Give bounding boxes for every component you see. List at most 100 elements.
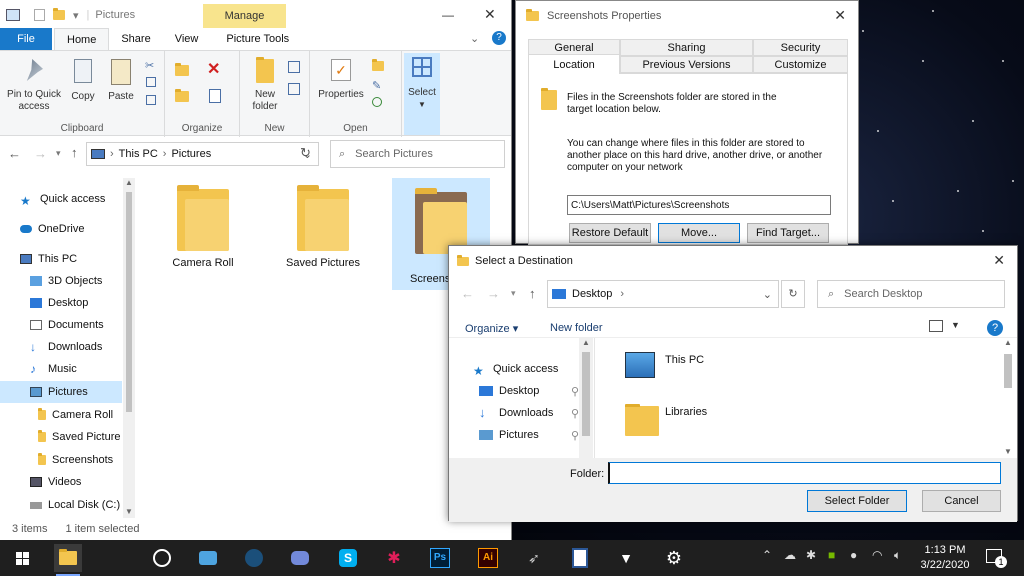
scroll-up-arrow[interactable]: ▲ — [1001, 338, 1015, 347]
rename-icon[interactable] — [209, 89, 221, 103]
nav-downloads[interactable]: ↓ Downloads — [30, 336, 135, 358]
up-button[interactable]: ↑ — [529, 286, 536, 301]
chevron-down-icon[interactable]: ▼ — [951, 320, 960, 330]
restore-default-button[interactable]: Restore Default — [569, 223, 651, 243]
copy-to-icon[interactable] — [175, 89, 189, 102]
tab-security[interactable]: Security — [753, 39, 848, 56]
clock[interactable]: 1:13 PM 3/22/2020 — [912, 543, 978, 573]
wifi-icon[interactable]: ◠ — [872, 548, 882, 562]
breadcrumb-desktop[interactable]: Desktop — [572, 288, 612, 300]
nav-scrollbar[interactable]: ▲ — [579, 338, 593, 458]
tab-customize[interactable]: Customize — [753, 56, 848, 73]
taskbar-steam[interactable] — [240, 544, 268, 572]
nav-screenshots[interactable]: Screenshots — [38, 449, 135, 471]
find-target-button[interactable]: Find Target... — [747, 223, 829, 243]
taskbar-illustrator[interactable]: Ai — [474, 544, 502, 572]
nav-downloads[interactable]: ↓ Downloads ⚲ — [479, 402, 579, 424]
recent-locations-button[interactable]: ▾ — [56, 148, 61, 159]
paste-shortcut-icon[interactable] — [146, 95, 156, 105]
tab-view[interactable]: View — [163, 28, 211, 50]
refresh-button[interactable]: ↻ — [781, 280, 805, 308]
close-button[interactable]: ✕ — [993, 252, 1005, 269]
nav-music[interactable]: ♪ Music — [30, 358, 135, 380]
paste-button[interactable]: Paste — [104, 59, 138, 103]
forward-button[interactable]: → — [487, 286, 500, 301]
new-folder-button[interactable]: New folder — [246, 57, 284, 113]
move-to-icon[interactable] — [175, 63, 189, 76]
nav-pictures[interactable]: Pictures — [0, 381, 122, 403]
back-button[interactable]: ← — [461, 286, 474, 301]
nvidia-tray-icon[interactable]: ■ — [828, 548, 835, 562]
tab-share[interactable]: Share — [109, 28, 162, 50]
nav-pictures[interactable]: Pictures ⚲ — [479, 424, 579, 446]
address-bar[interactable]: › This PC › Pictures ⌄ — [86, 142, 319, 166]
view-options-icon[interactable] — [929, 320, 943, 332]
pin-quick-access-button[interactable]: Pin to Quick access — [4, 59, 64, 113]
minimize-button[interactable]: — — [442, 8, 454, 22]
volume-icon[interactable]: 🔈︎ — [894, 548, 901, 563]
history-icon[interactable] — [372, 97, 382, 107]
organize-button[interactable]: Organize ▾ — [465, 322, 518, 335]
scroll-down-arrow[interactable]: ▼ — [1001, 447, 1015, 456]
folder-camera-roll[interactable]: Camera Roll — [148, 175, 258, 269]
up-button[interactable]: ↑ — [71, 145, 78, 160]
nav-local-disk[interactable]: Local Disk (C:) — [30, 494, 135, 516]
refresh-button[interactable]: ↻ — [300, 145, 311, 161]
open-icon[interactable] — [372, 59, 384, 71]
properties-qat-icon[interactable] — [34, 9, 45, 21]
help-icon[interactable]: ? — [987, 320, 1003, 336]
help-icon[interactable]: ? — [492, 31, 506, 45]
nav-desktop[interactable]: Desktop — [30, 292, 135, 314]
nav-quick-access[interactable]: ★ Quick access — [473, 358, 595, 380]
tab-home[interactable]: Home — [54, 28, 110, 50]
taskbar-word[interactable] — [566, 544, 594, 572]
start-button[interactable] — [8, 544, 36, 572]
taskbar-app-bird[interactable]: ➶ — [520, 544, 548, 572]
delete-icon[interactable]: ✕ — [207, 59, 220, 79]
taskbar-file-explorer[interactable] — [54, 544, 82, 576]
item-this-pc[interactable]: This PC — [615, 350, 815, 390]
taskbar-settings[interactable]: ⚙ — [660, 544, 688, 572]
breadcrumb-this-pc[interactable]: This PC — [119, 148, 158, 160]
properties-button[interactable]: ✓ Properties — [314, 59, 368, 101]
item-libraries[interactable]: Libraries — [615, 402, 815, 442]
tab-location[interactable]: Location — [528, 54, 620, 74]
move-button[interactable]: Move... — [658, 223, 740, 243]
tab-picture-tools[interactable]: Picture Tools — [214, 28, 301, 50]
close-button[interactable]: ✕ — [834, 7, 846, 24]
edit-icon[interactable]: ✎ — [372, 79, 381, 92]
nav-camera-roll[interactable]: Camera Roll — [38, 404, 135, 426]
steam-tray-icon[interactable]: ● — [850, 548, 857, 562]
chevron-down-icon[interactable]: ⌄ — [470, 32, 479, 45]
cut-icon[interactable]: ✂ — [145, 59, 154, 72]
search-box[interactable]: ⌕ Search Desktop — [817, 280, 1005, 308]
nav-quick-access[interactable]: ★ Quick access — [20, 188, 135, 210]
scroll-down-arrow[interactable]: ▼ — [123, 507, 135, 516]
folder-saved-pictures[interactable]: Saved Pictures — [268, 175, 378, 269]
onedrive-tray-icon[interactable]: ☁ — [784, 548, 796, 562]
taskbar-app-blue[interactable] — [194, 544, 222, 572]
nav-scrollbar[interactable]: ▲ ▼ — [123, 178, 135, 518]
scroll-up-arrow[interactable]: ▲ — [123, 178, 135, 187]
tab-sharing[interactable]: Sharing — [620, 39, 753, 56]
action-center-button[interactable]: 1 — [986, 549, 1007, 568]
select-button[interactable]: Select ▼ — [404, 53, 440, 135]
nav-saved-pictures[interactable]: Saved Picture — [38, 426, 122, 448]
recent-locations-button[interactable]: ▾ — [511, 288, 516, 299]
copy-path-icon[interactable] — [146, 77, 156, 87]
close-button[interactable]: ✕ — [484, 6, 496, 23]
easy-access-icon[interactable] — [288, 83, 300, 95]
nav-documents[interactable]: Documents — [30, 314, 135, 336]
chevron-down-icon[interactable]: ⌄ — [763, 288, 772, 301]
folder-input[interactable] — [608, 462, 1001, 484]
nav-videos[interactable]: Videos — [30, 471, 135, 493]
breadcrumb-pictures[interactable]: Pictures — [171, 148, 211, 160]
show-hidden-icons-button[interactable]: ⌃ — [762, 548, 772, 562]
select-folder-button[interactable]: Select Folder — [807, 490, 907, 512]
taskbar-skype[interactable]: S — [334, 544, 362, 572]
taskbar-discord[interactable] — [286, 544, 314, 572]
copy-button[interactable]: Copy — [66, 59, 100, 103]
nav-this-pc[interactable]: This PC — [20, 248, 135, 270]
search-box[interactable]: ⌕ Search Pictures — [330, 140, 505, 168]
back-button[interactable]: ← — [8, 146, 21, 161]
